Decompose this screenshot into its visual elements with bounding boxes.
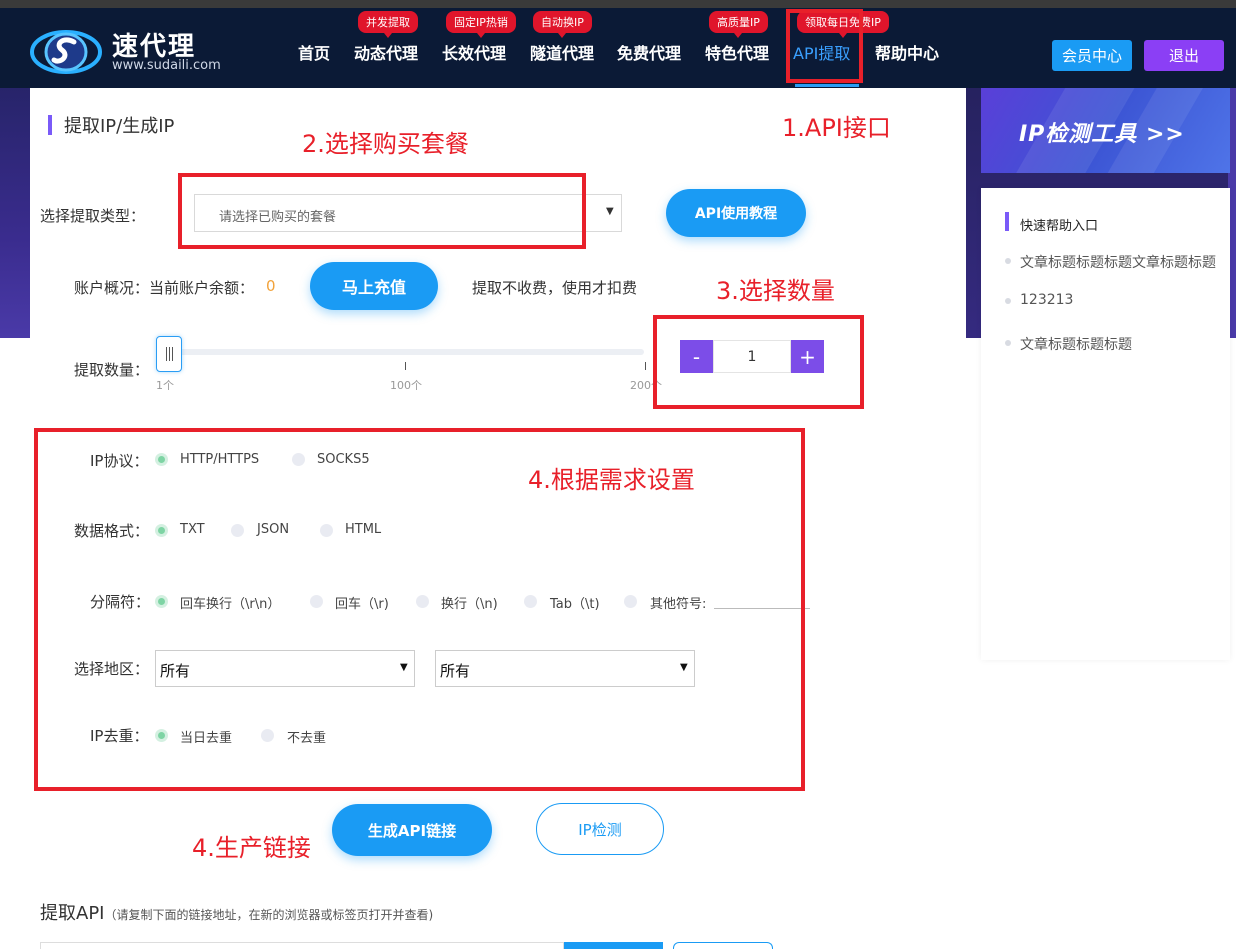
slider-tick xyxy=(645,362,646,370)
nav-badge-quality-ip: 高质量IP xyxy=(709,11,768,38)
nav-featured-proxy[interactable]: 特色代理 xyxy=(705,40,769,64)
slider-tick xyxy=(405,362,406,370)
annotation-step4-generate: 4.生产链接 xyxy=(192,834,311,862)
list-bullet xyxy=(1005,298,1011,304)
slider-tick-label-mid: 100个 xyxy=(390,379,422,392)
logo-url: www.sudaili.com xyxy=(112,58,221,73)
nav-long-term-proxy[interactable]: 长效代理 xyxy=(442,40,506,64)
help-title-bar xyxy=(1005,212,1009,231)
nav-home[interactable]: 首页 xyxy=(298,40,330,64)
annotation-box-api-nav xyxy=(786,9,863,83)
nav-badge-fixed-ip: 固定IP热销 xyxy=(446,11,516,38)
quantity-slider-track[interactable] xyxy=(168,349,644,355)
generate-api-link-button[interactable]: 生成API链接 xyxy=(332,804,492,856)
logout-button[interactable]: 退出 xyxy=(1144,40,1224,71)
ip-check-button[interactable]: IP检测 xyxy=(536,803,664,855)
annotation-box-quantity xyxy=(653,315,864,409)
member-center-button[interactable]: 会员中心 xyxy=(1052,40,1132,71)
api-title-text: 提取API xyxy=(40,903,105,924)
quantity-label: 提取数量： xyxy=(74,361,150,379)
help-title: 快速帮助入口 xyxy=(1020,219,1099,234)
annotation-box-package xyxy=(178,173,586,249)
ip-check-tool-banner[interactable]: IP检测工具 >> xyxy=(981,88,1230,173)
list-bullet xyxy=(1005,258,1011,264)
nav-tunnel-proxy[interactable]: 隧道代理 xyxy=(530,40,594,64)
help-link-2[interactable]: 123213 xyxy=(1020,292,1216,308)
recharge-button[interactable]: 马上充值 xyxy=(310,262,438,310)
nav-badge-concurrent: 并发提取 xyxy=(358,11,418,38)
api-url-field[interactable] xyxy=(40,942,564,949)
account-overview-label: 账户概况：当前账户余额： xyxy=(74,279,255,297)
api-tutorial-button[interactable]: API使用教程 xyxy=(666,189,806,237)
api-note: （请复制下面的链接地址，在新的浏览器或标签页打开并查看) xyxy=(104,908,434,922)
site-logo[interactable]: 速代理 www.sudaili.com xyxy=(30,26,250,82)
nav-active-underline xyxy=(795,84,859,87)
fee-note: 提取不收费，使用才扣费 xyxy=(472,279,638,297)
chevron-down-icon: ▼ xyxy=(606,206,614,217)
nav-badge-auto-ip: 自动换IP xyxy=(533,11,592,38)
api-section-title: 提取API（请复制下面的链接地址，在新的浏览器或标签页打开并查看) xyxy=(40,899,433,925)
api-copy-button[interactable] xyxy=(564,942,663,949)
list-bullet xyxy=(1005,340,1011,346)
section-title-bar xyxy=(48,115,52,135)
balance-value: 0 xyxy=(266,277,276,295)
help-link-1[interactable]: 文章标题标题标题文章标题标题 xyxy=(1020,252,1216,272)
nav-help-center[interactable]: 帮助中心 xyxy=(875,40,939,64)
annotation-step3: 3.选择数量 xyxy=(716,277,835,305)
logo-swirl-icon xyxy=(30,30,102,74)
help-link-3[interactable]: 文章标题标题标题 xyxy=(1020,334,1216,354)
nav-dynamic-proxy[interactable]: 动态代理 xyxy=(354,40,418,64)
annotation-step4-settings: 4.根据需求设置 xyxy=(528,466,695,494)
hero-background-left xyxy=(0,88,30,338)
window-top-strip xyxy=(0,0,1236,8)
annotation-step1: 1.API接口 xyxy=(782,114,891,142)
banner-text: IP检测工具 >> xyxy=(1019,122,1185,147)
annotation-step2: 2.选择购买套餐 xyxy=(302,130,469,158)
slider-tick-label-min: 1个 xyxy=(156,379,174,392)
quantity-slider-handle[interactable] xyxy=(156,336,182,372)
page-title: 提取IP/生成IP xyxy=(64,116,175,137)
api-open-button[interactable] xyxy=(673,942,773,949)
nav-free-proxy[interactable]: 免费代理 xyxy=(617,40,681,64)
extract-type-label: 选择提取类型： xyxy=(40,207,146,225)
